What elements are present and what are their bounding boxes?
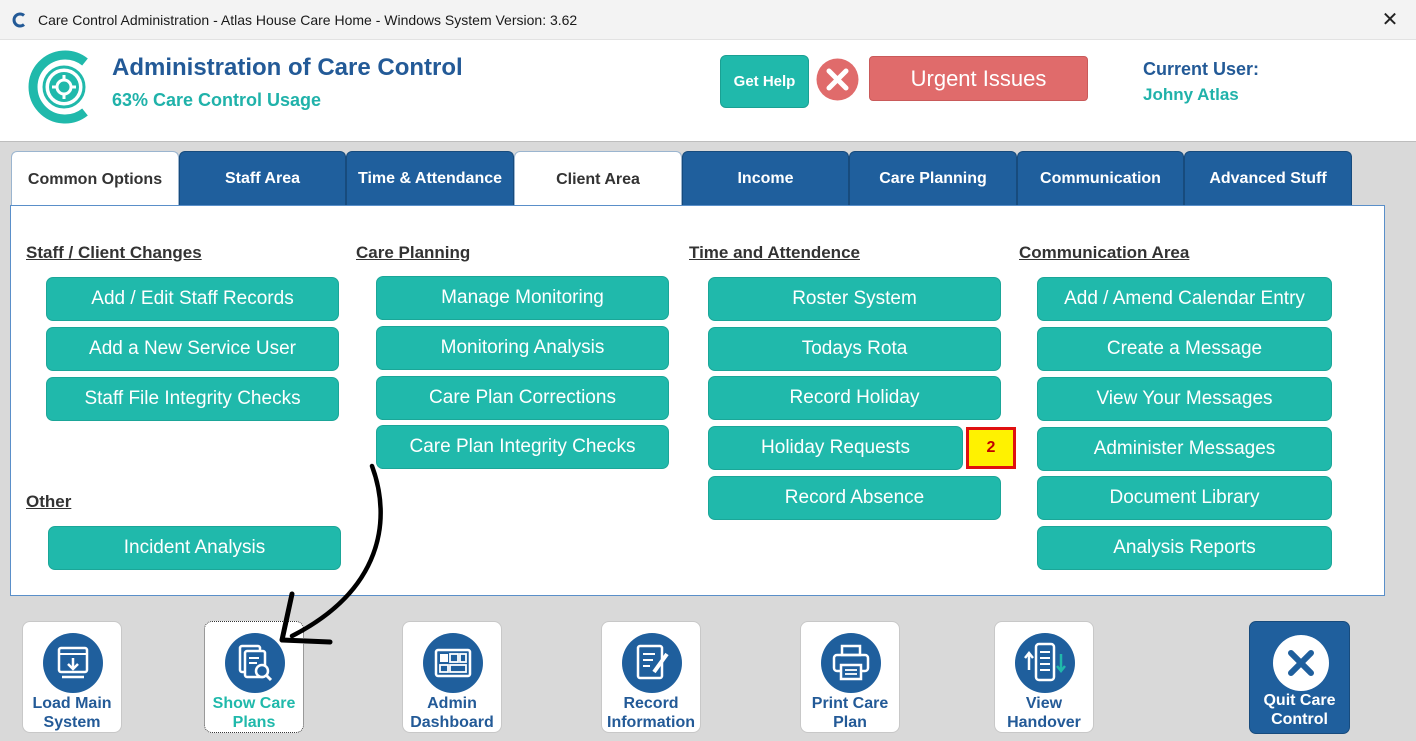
tab-time-attendance[interactable]: Time & Attendance <box>346 151 514 206</box>
show-care-plans-label-line1: Show Care <box>212 695 296 712</box>
printer-icon <box>821 633 881 693</box>
analysis-reports-button[interactable]: Analysis Reports <box>1037 526 1332 570</box>
window-title: Care Control Administration - Atlas Hous… <box>38 12 578 28</box>
search-document-icon <box>225 633 285 693</box>
section-heading-time-attendence: Time and Attendence <box>689 243 860 262</box>
record-holiday-button[interactable]: Record Holiday <box>708 376 1001 420</box>
window-titlebar: Care Control Administration - Atlas Hous… <box>0 0 1416 40</box>
calendar-entry-button[interactable]: Add / Amend Calendar Entry <box>1037 277 1332 321</box>
section-heading-care-planning: Care Planning <box>356 243 471 262</box>
tab-common-options[interactable]: Common Options <box>11 151 179 207</box>
create-message-button[interactable]: Create a Message <box>1037 327 1332 371</box>
quit-label-line2: Control <box>1271 711 1328 728</box>
print-care-plan-label-line1: Print Care <box>811 695 889 712</box>
tab-client-area[interactable]: Client Area <box>514 151 682 207</box>
tab-staff-area[interactable]: Staff Area <box>179 151 346 206</box>
tab-communication[interactable]: Communication <box>1017 151 1184 206</box>
quit-label-line1: Quit Care <box>1263 692 1336 709</box>
record-information-button[interactable]: Record Information <box>601 621 701 733</box>
care-plan-integrity-button[interactable]: Care Plan Integrity Checks <box>376 425 669 469</box>
page-title: Administration of Care Control <box>112 54 463 81</box>
holiday-requests-count-badge: 2 <box>966 427 1016 469</box>
tab-care-planning[interactable]: Care Planning <box>849 151 1017 206</box>
record-information-label-line2: Information <box>607 714 695 731</box>
tab-income[interactable]: Income <box>682 151 849 206</box>
tab-advanced-stuff[interactable]: Advanced Stuff <box>1184 151 1352 206</box>
add-edit-staff-records-button[interactable]: Add / Edit Staff Records <box>46 277 339 321</box>
todays-rota-button[interactable]: Todays Rota <box>708 327 1001 371</box>
view-messages-button[interactable]: View Your Messages <box>1037 377 1332 421</box>
view-handover-button[interactable]: View Handover <box>994 621 1094 733</box>
document-library-button[interactable]: Document Library <box>1037 476 1332 520</box>
monitoring-analysis-button[interactable]: Monitoring Analysis <box>376 326 669 370</box>
current-user-name: Johny Atlas <box>1143 85 1239 104</box>
show-care-plans-button[interactable]: Show Care Plans <box>204 621 304 733</box>
care-control-logo-icon <box>28 50 88 124</box>
section-heading-staff-client: Staff / Client Changes <box>26 243 202 262</box>
print-care-plan-button[interactable]: Print Care Plan <box>800 621 900 733</box>
load-system-icon <box>43 633 103 693</box>
app-logo-icon <box>12 12 25 28</box>
care-plan-corrections-button[interactable]: Care Plan Corrections <box>376 376 669 420</box>
view-handover-label-line1: View <box>1025 695 1063 712</box>
load-main-system-button[interactable]: Load Main System <box>22 621 122 733</box>
view-handover-label-line2: Handover <box>1007 714 1081 731</box>
admin-dashboard-button[interactable]: Admin Dashboard <box>402 621 502 733</box>
admin-dashboard-label-line2: Dashboard <box>410 714 494 731</box>
quit-care-control-button[interactable]: Quit Care Control <box>1249 621 1350 734</box>
urgent-issues-button[interactable]: Urgent Issues <box>869 56 1088 101</box>
current-user-label: Current User: <box>1143 59 1260 79</box>
section-heading-other: Other <box>26 492 72 511</box>
load-main-label-line1: Load Main <box>32 695 112 712</box>
edit-document-icon <box>622 633 682 693</box>
add-service-user-button[interactable]: Add a New Service User <box>46 327 339 371</box>
print-care-plan-label-line2: Plan <box>833 714 867 731</box>
handover-icon <box>1015 633 1075 693</box>
record-absence-button[interactable]: Record Absence <box>708 476 1001 520</box>
holiday-requests-button[interactable]: Holiday Requests <box>708 426 963 470</box>
section-heading-communication: Communication Area <box>1019 243 1190 262</box>
administer-messages-button[interactable]: Administer Messages <box>1037 427 1332 471</box>
record-information-label-line1: Record <box>623 695 679 712</box>
get-help-button[interactable]: Get Help <box>720 55 809 108</box>
incident-analysis-button[interactable]: Incident Analysis <box>48 526 341 570</box>
roster-system-button[interactable]: Roster System <box>708 277 1001 321</box>
manage-monitoring-button[interactable]: Manage Monitoring <box>376 276 669 320</box>
admin-dashboard-label-line1: Admin <box>427 695 477 712</box>
load-main-label-line2: System <box>43 714 101 731</box>
show-care-plans-label-line2: Plans <box>232 714 276 731</box>
usage-indicator: 63% Care Control Usage <box>112 90 322 110</box>
window-close-icon[interactable]: ✕ <box>1378 8 1402 32</box>
close-circle-icon <box>1273 635 1329 691</box>
dismiss-urgent-icon[interactable] <box>815 57 860 102</box>
dashboard-icon <box>423 633 483 693</box>
staff-file-integrity-button[interactable]: Staff File Integrity Checks <box>46 377 339 421</box>
